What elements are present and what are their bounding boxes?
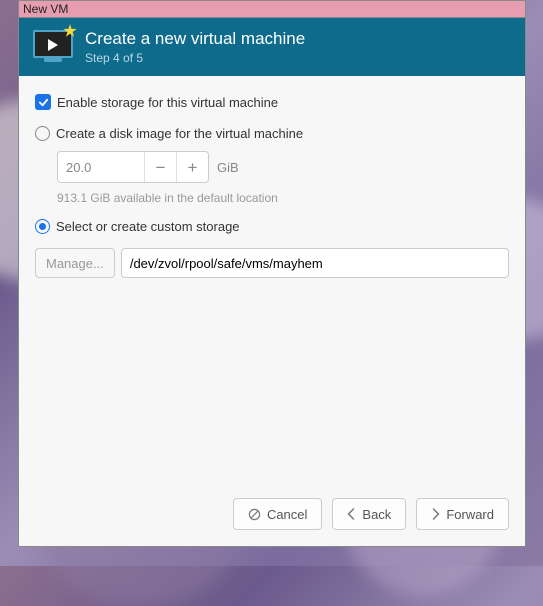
wizard-header: Create a new virtual machine Step 4 of 5 — [19, 18, 525, 76]
cancel-button[interactable]: Cancel — [233, 498, 322, 530]
custom-storage-controls: Manage... — [35, 248, 509, 278]
enable-storage-checkbox[interactable] — [35, 94, 51, 110]
enable-storage-label: Enable storage for this virtual machine — [57, 95, 278, 110]
custom-storage-row[interactable]: Select or create custom storage — [35, 219, 509, 234]
cancel-icon — [248, 508, 261, 521]
wizard-title: Create a new virtual machine — [85, 29, 305, 49]
disk-size-decrement[interactable]: − — [144, 152, 176, 182]
vm-wizard-icon — [33, 30, 73, 64]
wizard-body: Enable storage for this virtual machine … — [19, 76, 525, 546]
custom-storage-radio[interactable] — [35, 219, 50, 234]
wizard-step: Step 4 of 5 — [85, 51, 305, 65]
chevron-right-icon — [431, 508, 440, 520]
manage-button[interactable]: Manage... — [35, 248, 115, 278]
create-disk-row[interactable]: Create a disk image for the virtual mach… — [35, 126, 509, 141]
disk-size-unit: GiB — [217, 160, 239, 175]
forward-button[interactable]: Forward — [416, 498, 509, 530]
create-disk-label: Create a disk image for the virtual mach… — [56, 126, 303, 141]
chevron-left-icon — [347, 508, 356, 520]
create-disk-radio[interactable] — [35, 126, 50, 141]
disk-size-spinner: − + GiB — [57, 151, 509, 183]
storage-path-input[interactable] — [121, 248, 509, 278]
back-button[interactable]: Back — [332, 498, 406, 530]
custom-storage-label: Select or create custom storage — [56, 219, 240, 234]
disk-size-input[interactable] — [58, 152, 144, 182]
window-content: Create a new virtual machine Step 4 of 5… — [18, 17, 526, 547]
available-space-label: 913.1 GiB available in the default locat… — [57, 191, 509, 205]
wizard-footer: Cancel Back Forward — [35, 492, 509, 534]
window-title: New VM — [23, 2, 68, 16]
new-vm-window: New VM Create a new virtual machine Step… — [18, 0, 526, 547]
disk-size-increment[interactable]: + — [176, 152, 208, 182]
enable-storage-row[interactable]: Enable storage for this virtual machine — [35, 94, 509, 110]
titlebar[interactable]: New VM — [18, 0, 526, 17]
